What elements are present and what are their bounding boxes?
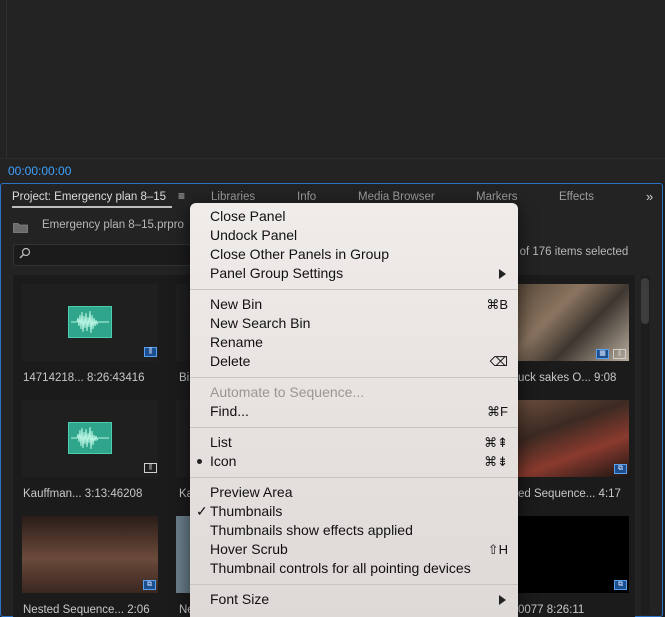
clip-thumbnail[interactable] — [176, 284, 190, 361]
audio-waveform-icon — [68, 422, 112, 454]
menu-item-new-bin[interactable]: New Bin — [210, 295, 262, 314]
menu-item-delete[interactable]: Delete — [210, 352, 250, 371]
menu-item-undock-panel[interactable]: Undock Panel — [210, 226, 297, 245]
selected-dot-icon — [197, 459, 202, 464]
clip-label: 0077 8:26:11 — [518, 604, 585, 616]
menu-separator — [190, 377, 518, 378]
sequence-badge-icon: ⧉ — [614, 464, 627, 474]
menu-item-rename[interactable]: Rename — [210, 333, 263, 352]
menu-item-thumbnail-controls[interactable]: Thumbnail controls for all pointing devi… — [210, 559, 471, 578]
menu-item-icon[interactable]: Icon — [210, 452, 236, 471]
menu-item-thumbnails-show-effects[interactable]: Thumbnails show effects applied — [210, 521, 413, 540]
playhead-timecode[interactable]: 00:00:00:00 — [8, 164, 71, 178]
timecode-bar: 00:00:00:00 — [0, 158, 665, 183]
submenu-arrow-icon — [499, 595, 506, 605]
sequence-badge-icon: ⧉ — [143, 580, 156, 590]
menu-item-automate-to-sequence: Automate to Sequence... — [210, 384, 365, 400]
audio-badge-icon: ⫼ — [144, 463, 157, 473]
clip-label: uck sakes O... 9:08 — [518, 372, 617, 384]
project-file-name: Emergency plan 8–15.prpro — [42, 219, 184, 231]
panel-context-menu: Close Panel Undock Panel Close Other Pan… — [190, 203, 518, 617]
shortcut-list: ⌘⇞ — [484, 435, 508, 450]
audio-badge-icon: ⫼ — [613, 349, 626, 359]
shortcut-hover-scrub: ⇧H — [487, 542, 508, 557]
menu-item-close-other-panels[interactable]: Close Other Panels in Group — [210, 245, 389, 264]
shortcut-delete-icon: ⌫ — [489, 354, 508, 369]
audio-badge-icon: ⫼ — [144, 347, 157, 357]
panel-menu-icon[interactable]: ≡ — [178, 190, 190, 202]
active-tab-underline — [12, 206, 172, 208]
scrollbar-thumb[interactable] — [641, 278, 649, 324]
menu-separator — [190, 289, 518, 290]
submenu-arrow-icon — [499, 269, 506, 279]
shortcut-icon: ⌘⇟ — [484, 454, 508, 469]
tab-media-browser[interactable]: Media Browser — [358, 191, 435, 203]
clip-thumbnail[interactable] — [518, 400, 629, 477]
shortcut-find: ⌘F — [487, 404, 508, 419]
shortcut-new-bin: ⌘B — [486, 297, 508, 312]
menu-separator — [190, 477, 518, 478]
tab-overflow-icon[interactable]: » — [646, 189, 653, 204]
audio-waveform-icon — [68, 306, 112, 338]
clip-label: Nested Sequence... 2:06 — [23, 604, 150, 616]
menu-separator — [190, 584, 518, 585]
clip-thumbnail[interactable] — [22, 516, 158, 593]
bin-folder-icon — [13, 223, 28, 233]
clip-thumbnail[interactable] — [176, 400, 190, 477]
menu-item-close-panel[interactable]: Close Panel — [210, 207, 286, 226]
tab-project[interactable]: Project: Emergency plan 8–15 — [12, 191, 166, 203]
clip-thumbnail[interactable] — [518, 516, 629, 593]
clip-label: ed Sequence... 4:17 — [518, 488, 621, 500]
search-icon — [19, 247, 31, 259]
menu-item-font-size[interactable]: Font Size — [210, 590, 269, 609]
menu-item-find[interactable]: Find... — [210, 402, 249, 421]
monitor-frame — [6, 0, 665, 158]
tab-info[interactable]: Info — [297, 191, 316, 203]
clip-label: Kauffman... 3:13:46208 — [23, 488, 143, 500]
video-badge-icon: ▦ — [596, 349, 609, 359]
tab-libraries[interactable]: Libraries — [211, 191, 255, 203]
menu-item-hover-scrub[interactable]: Hover Scrub — [210, 540, 288, 559]
selection-count: 1 of 176 items selected — [510, 246, 629, 258]
clip-label: Bi — [179, 372, 190, 384]
tab-markers[interactable]: Markers — [476, 191, 518, 203]
sequence-badge-icon: ⧉ — [614, 580, 627, 590]
grid-scrollbar[interactable] — [641, 276, 650, 614]
menu-item-panel-group-settings[interactable]: Panel Group Settings — [210, 264, 343, 283]
menu-item-new-search-bin[interactable]: New Search Bin — [210, 314, 310, 333]
menu-item-list[interactable]: List — [210, 433, 232, 452]
checkmark-icon: ✓ — [196, 503, 208, 519]
clip-label: 14714218... 8:26:43416 — [23, 372, 145, 384]
tab-effects[interactable]: Effects — [559, 191, 594, 203]
clip-thumbnail[interactable] — [176, 516, 190, 593]
menu-item-preview-area[interactable]: Preview Area — [210, 483, 292, 502]
menu-separator — [190, 427, 518, 428]
menu-item-thumbnails[interactable]: Thumbnails — [210, 502, 282, 521]
